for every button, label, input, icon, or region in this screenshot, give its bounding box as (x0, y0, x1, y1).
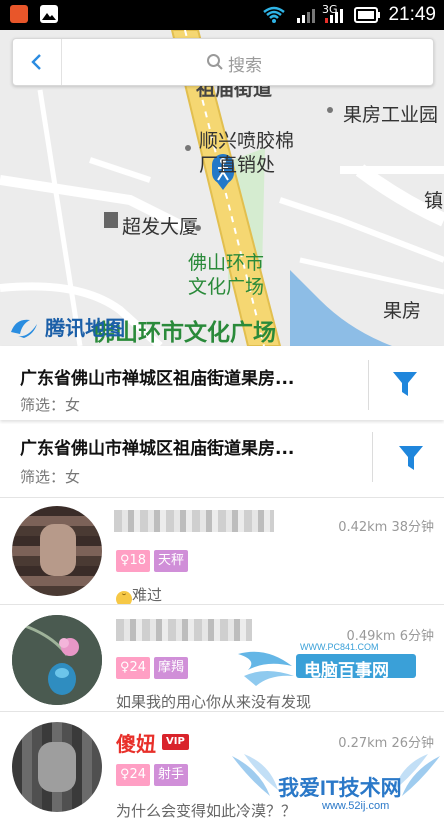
signal-icon-1 (297, 9, 315, 23)
age-value: 18 (129, 553, 147, 568)
age-value: 24 (129, 660, 147, 675)
map-label-shop-1: 顺兴喷胶棉 (199, 130, 295, 152)
distance-time: 0.27km 26分钟 (338, 736, 434, 751)
back-button[interactable] (13, 39, 62, 85)
avatar[interactable] (12, 506, 102, 596)
distance-time: 0.42km 38分钟 (338, 520, 434, 535)
location-filter-row[interactable]: 广东省佛山市禅城区祖庙街道果房... 筛选：女 (0, 346, 444, 420)
map-label-plaza-2: 文化广场 (188, 276, 265, 298)
pc841-name: 电脑百事网 (304, 661, 389, 680)
map-label-guofang: 果房 (383, 300, 422, 322)
map-label-building: 超发大厦 (122, 216, 199, 238)
age-badge: ♀18 (116, 550, 151, 572)
status-bar: 3G 21:49 (0, 0, 444, 30)
location-filter-row-2[interactable]: 广东省佛山市禅城区祖庙街道果房... 筛选：女 (0, 424, 444, 498)
avatar[interactable] (12, 722, 102, 812)
nearby-person-item[interactable]: 0.42km 38分钟 ♀18 天秤 ˘ 难过 (0, 498, 444, 607)
pc841-url: WWW.PC841.COM (300, 642, 379, 652)
chevron-left-icon (31, 54, 41, 70)
wifi-icon (263, 6, 285, 23)
constellation-badge: 摩羯 (154, 657, 189, 679)
pc841-name-box: 电脑百事网 (296, 654, 416, 680)
avatar[interactable] (12, 615, 102, 705)
user-name (114, 510, 274, 532)
flower-vase-image (12, 615, 102, 705)
location-address: 广东省佛山市禅城区祖庙街道果房... (20, 369, 295, 389)
map-label-industrial-park: 果房工业园 (343, 104, 439, 126)
status-text: 难过 (132, 586, 163, 604)
filter-funnel-icon[interactable] (392, 370, 418, 398)
map-label-edge: 镇 (424, 190, 444, 212)
52ij-url: www.52ij.com (322, 800, 390, 812)
age-value: 24 (129, 767, 147, 782)
status-message: 如果我的用心你从来没有发现 (116, 693, 312, 711)
gender-icon: ♀ (120, 660, 130, 675)
search-input[interactable]: 搜索 (62, 39, 433, 85)
status-time: 21:49 (388, 4, 436, 25)
age-badge: ♀24 (116, 657, 151, 679)
filter-label: 筛选：女 (20, 396, 81, 414)
filter-label-2: 筛选：女 (20, 468, 81, 486)
signal-icon-2 (325, 9, 343, 23)
vip-badge: VIP (162, 734, 189, 750)
pc841-wing-logo-icon (238, 651, 294, 686)
avatar-face (38, 742, 76, 792)
map-logo: 腾讯地图 (8, 312, 125, 341)
battery-icon (354, 7, 380, 23)
map-logo-text: 腾讯地图 (45, 316, 126, 340)
avatar-face (40, 524, 76, 576)
52ij-name: 我爱IT技术网 (278, 777, 402, 800)
row-divider (368, 360, 369, 410)
filter-funnel-icon-2[interactable] (398, 444, 424, 472)
gallery-notification-icon (40, 5, 58, 23)
search-icon (207, 54, 223, 70)
age-badge: ♀24 (116, 764, 151, 786)
tencent-map-logo-icon (11, 319, 37, 338)
user-name: 傻妞 (116, 732, 156, 756)
map-label-shop-2: 厂直销处 (199, 154, 276, 176)
gender-icon: ♀ (120, 553, 130, 568)
search-bar: 搜索 (12, 38, 434, 86)
user-name (116, 619, 252, 641)
app-notification-icon (10, 5, 28, 23)
map-label-plaza-1: 佛山环市 (188, 252, 265, 274)
location-address-2: 广东省佛山市禅城区祖庙街道果房... (20, 439, 295, 459)
pc841-watermark: WWW.PC841.COM 电脑百事网 (236, 640, 442, 686)
search-placeholder: 搜索 (228, 56, 262, 76)
52ij-watermark: 我爱IT技术网 www.52ij.com (230, 750, 442, 820)
constellation-badge: 天秤 (154, 550, 189, 572)
constellation-badge: 射手 (154, 764, 189, 786)
gender-icon: ♀ (120, 767, 130, 782)
row-divider-2 (372, 432, 373, 482)
